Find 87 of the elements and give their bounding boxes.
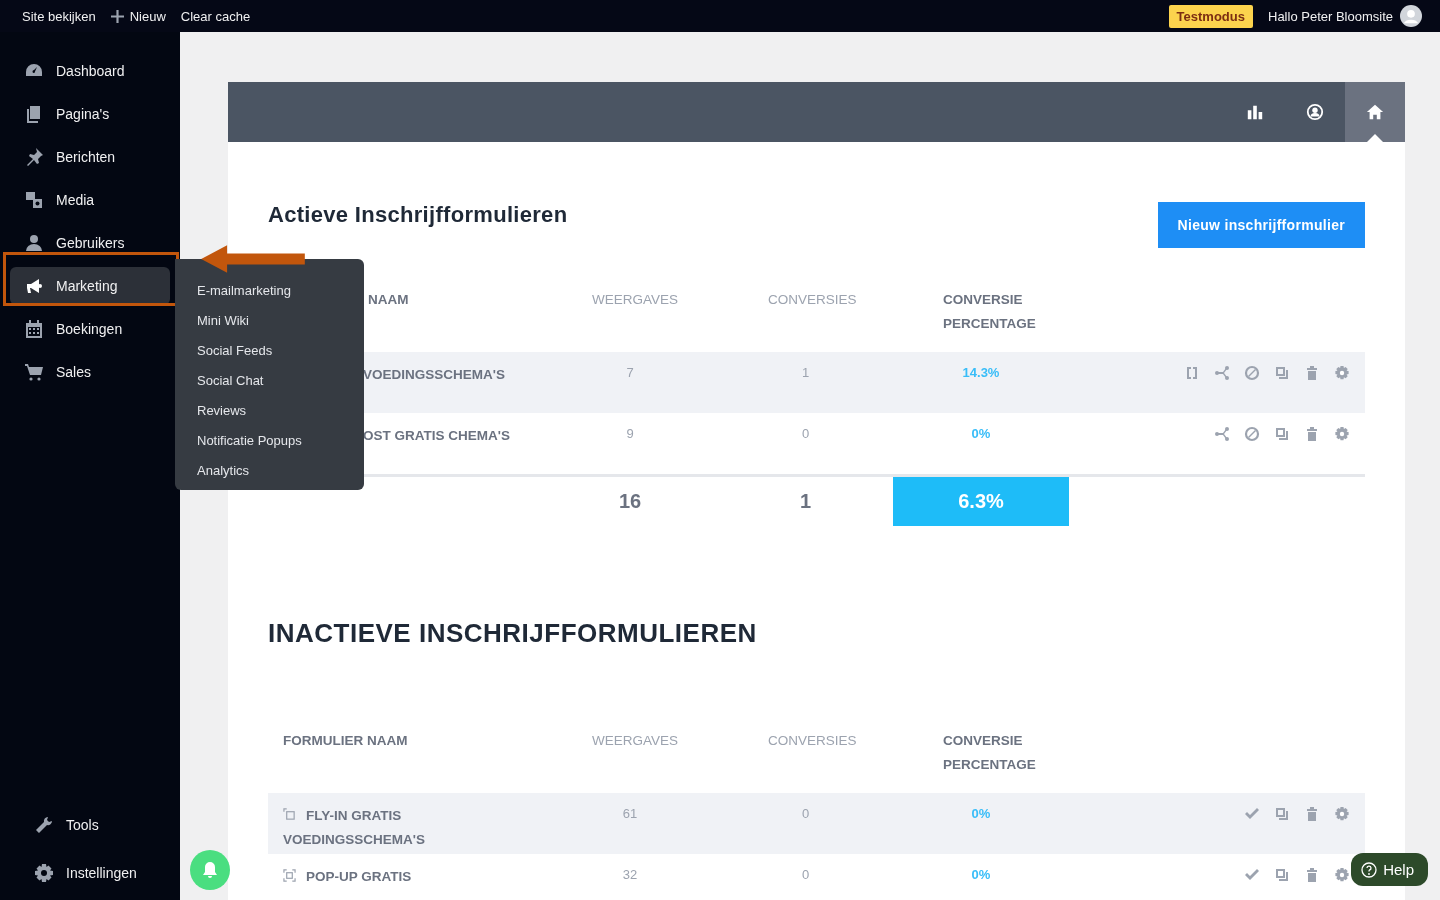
column-header: WEERGAVES [591,732,680,750]
delete-icon[interactable] [1304,426,1320,442]
delete-icon[interactable] [1304,365,1320,381]
form-name: FLY-IN GRATIS VOEDINGSSCHEMA'S [283,807,426,849]
sidebar-item[interactable]: Boekingen [10,310,170,348]
bar-chart-icon [1246,103,1264,121]
submenu-item[interactable]: Mini Wiki [175,311,364,330]
media-icon [24,190,44,210]
submenu-item[interactable]: E-mailmarketing [197,281,291,300]
table-cell-text: 0 [800,866,811,884]
table-cell-text: 61 [621,805,639,823]
submenu-item[interactable]: Social Chat [175,371,364,390]
calendar-icon [24,319,44,339]
expand-icon[interactable] [1184,365,1200,381]
sidebar-item[interactable]: Berichten [10,138,170,176]
share-icon[interactable] [1214,426,1230,442]
sidebar-item[interactable]: Media [10,181,170,219]
submenu-item[interactable]: Analytics [175,461,364,480]
disable-icon[interactable] [1244,426,1260,442]
table-cell-text: 0% [970,805,992,823]
table-cell-text: 0% [970,866,992,884]
test-mode-badge: Testmodus [1168,4,1253,28]
submenu-item[interactable]: Social Feeds [175,341,364,360]
settings-icon[interactable] [1334,365,1350,381]
toolbar-link[interactable]: Clear cache [180,8,251,24]
share-icon[interactable] [1214,365,1230,381]
table-cell-text: 0 [800,805,811,823]
gear-icon [34,863,54,883]
question-icon [1361,861,1378,878]
table-cell-text: 14.3% [961,364,1001,382]
section-title: Actieve Inschrijfformulieren [268,202,568,228]
checkmark-icon[interactable] [1244,867,1260,883]
sidebar-item[interactable]: Tools [20,806,170,844]
bell-icon [200,860,220,880]
user-icon [24,233,44,253]
disable-icon[interactable] [1244,365,1260,381]
sidebar-item[interactable]: Gebruikers [10,224,170,262]
delete-icon[interactable] [1304,867,1320,883]
form-name: VOEDINGSSCHEMA'S [363,366,506,384]
submenu-item[interactable]: Notificatie Popups [175,431,364,450]
megaphone-icon [24,276,44,296]
column-header: CONVERSIE PERCENTAGE [942,732,1037,774]
column-header: WEERGAVES [591,291,680,309]
column-header: FORMULIER NAAM [282,732,409,750]
table-cell-text: 7 [625,364,635,382]
settings-icon[interactable] [1334,806,1350,822]
column-header: CONVERSIES [767,732,858,750]
table-cell-text: 0% [970,425,992,443]
home-icon [1366,103,1384,121]
sidebar-item[interactable]: Pagina's [10,95,170,133]
checkmark-icon[interactable] [1244,806,1260,822]
sidebar-item[interactable]: Marketing [10,267,170,305]
toolbar-link[interactable]: Nieuw [110,8,166,24]
delete-icon[interactable] [1304,806,1320,822]
column-header: CONVERSIE PERCENTAGE [942,291,1037,333]
form-name: OST GRATIS CHEMA'S [363,427,511,445]
total-views: 16 [617,489,643,514]
settings-icon[interactable] [1334,867,1350,883]
wrench-icon [34,815,54,835]
form-name: POP-UP GRATIS [283,865,532,889]
table-cell-text: 9 [625,425,635,443]
plus-icon [110,9,124,23]
table-cell-text: 32 [621,866,639,884]
table-cell-text: 1 [800,364,811,382]
user-circle-icon [1306,103,1324,121]
column-header: CONVERSIES [767,291,858,309]
avatar-icon[interactable] [1400,5,1422,27]
submenu-item[interactable]: Reviews [175,401,364,420]
slide-in-frame-icon [283,808,296,821]
sidebar-item[interactable]: Dashboard [10,52,170,90]
toolbar-link[interactable]: Site bekijken [22,8,96,24]
popup-frame-icon [283,869,296,882]
total-conversions: 1 [798,489,813,514]
total-percentage: 6.3% [893,477,1069,526]
settings-icon[interactable] [1334,426,1350,442]
cart-icon [24,362,44,382]
duplicate-icon[interactable] [1274,806,1290,822]
help-button[interactable]: Help [1351,853,1428,886]
duplicate-icon[interactable] [1274,426,1290,442]
sidebar-item[interactable]: Instellingen [20,854,170,892]
user-greeting[interactable]: Hallo Peter Bloomsite [1268,8,1393,24]
sidebar-item[interactable]: Sales [10,353,170,391]
duplicate-icon[interactable] [1274,867,1290,883]
section-title: INACTIEVE INSCHRIJFFORMULIEREN [268,618,758,649]
table-cell-text: 0 [800,425,811,443]
duplicate-icon[interactable] [1274,365,1290,381]
tab[interactable] [1345,82,1405,142]
